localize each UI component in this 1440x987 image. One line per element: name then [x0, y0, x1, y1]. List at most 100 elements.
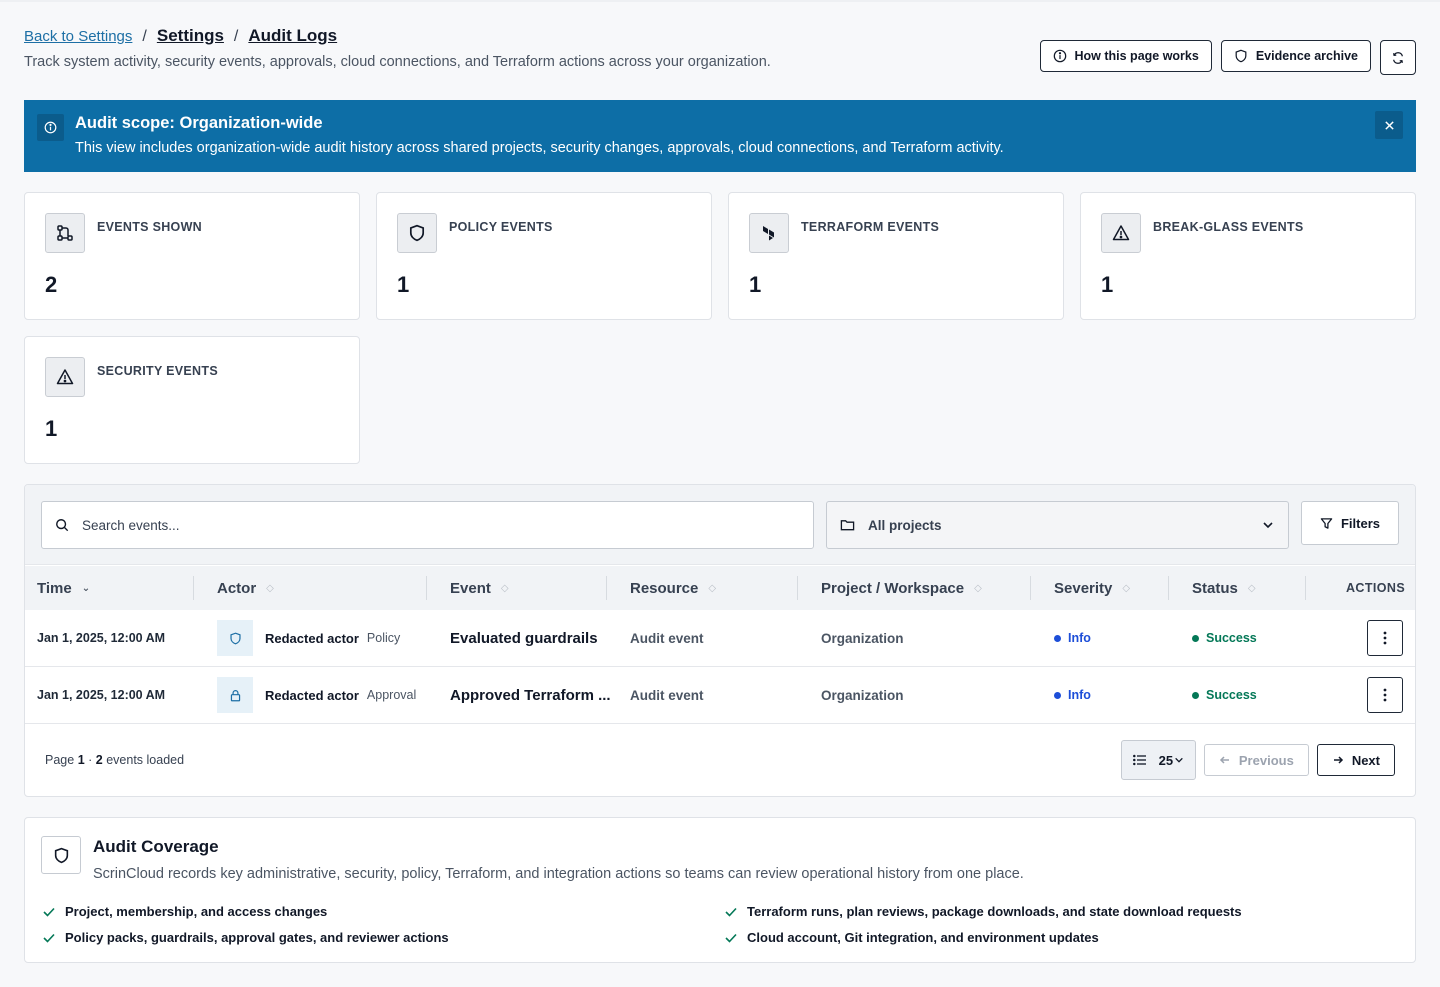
refresh-button[interactable] — [1380, 40, 1416, 75]
project-select-value: All projects — [868, 517, 942, 533]
stat-value: 1 — [397, 272, 410, 297]
actions-cell — [1367, 667, 1403, 723]
info-icon — [37, 114, 64, 141]
severity-badge: Info — [1054, 610, 1091, 666]
actor-tag: Approval — [366, 688, 417, 702]
event-name: Evaluated guardrails — [450, 629, 598, 647]
column-divider — [1030, 576, 1031, 600]
breadcrumb-separator: / — [233, 28, 239, 45]
banner-text: This view includes organization-wide aud… — [75, 140, 1004, 156]
severity-label: Info — [1068, 688, 1091, 702]
table-row[interactable]: Jan 1, 2025, 12:00 AM Redacted actor Pol… — [25, 610, 1415, 667]
filters-label: Filters — [1340, 515, 1380, 531]
coverage-item: Policy packs, guardrails, approval gates… — [43, 930, 449, 945]
check-icon — [43, 933, 55, 943]
column-header-severity[interactable]: Severity ◇ — [1054, 566, 1130, 610]
stat-value: 1 — [749, 272, 762, 297]
page-size-select[interactable]: 25 — [1120, 740, 1196, 780]
audit-log-table-panel: All projects Filters Time ⌄ Actor ◇ Event ◇… — [24, 484, 1416, 797]
column-header-actor[interactable]: Actor ◇ — [217, 566, 274, 610]
arrow-left-icon — [1219, 756, 1229, 764]
page-number: 1 — [77, 753, 85, 767]
back-to-settings-link[interactable]: Back to Settings — [24, 28, 132, 45]
event-name: Approved Terraform ... — [450, 686, 610, 704]
stat-label: BREAK-GLASS EVENTS — [1153, 220, 1304, 234]
previous-page-button[interactable]: Previous — [1203, 744, 1309, 776]
shield-icon — [397, 213, 437, 253]
row-actions-button[interactable] — [1367, 677, 1403, 713]
column-header-time[interactable]: Time ⌄ — [37, 566, 90, 610]
warning-icon — [45, 357, 85, 397]
column-divider — [797, 576, 798, 600]
stat-value: 2 — [45, 272, 58, 297]
filters-button[interactable]: Filters — [1301, 501, 1399, 545]
stat-card-security-events: SECURITY EVENTS 1 — [24, 336, 360, 464]
check-icon — [725, 907, 737, 917]
actor-name: Redacted actor — [265, 630, 359, 646]
coverage-item-label: Project, membership, and access changes — [65, 904, 328, 919]
project-workspace: Organization — [821, 687, 904, 703]
coverage-item: Project, membership, and access changes — [43, 904, 327, 919]
column-label: Time — [37, 579, 72, 597]
how-this-page-works-label: How this page works — [1074, 49, 1199, 63]
stat-label: EVENTS SHOWN — [97, 220, 202, 234]
stat-card-events-shown: EVENTS SHOWN 2 — [24, 192, 360, 320]
column-header-status[interactable]: Status ◇ — [1192, 566, 1256, 610]
column-label: Status — [1192, 579, 1238, 597]
stat-value: 1 — [45, 416, 58, 441]
severity-dot — [1054, 634, 1061, 642]
event-time: Jan 1, 2025, 12:00 AM — [37, 688, 166, 702]
audit-scope-banner: Audit scope: Organization-wide This view… — [24, 100, 1416, 172]
column-header-event[interactable]: Event ◇ — [450, 566, 509, 610]
coverage-item-label: Cloud account, Git integration, and envi… — [747, 930, 1099, 945]
info-icon — [1053, 49, 1066, 63]
breadcrumb-settings[interactable]: Settings — [157, 26, 224, 46]
coverage-item-label: Policy packs, guardrails, approval gates… — [65, 930, 449, 945]
page-header: Back to Settings / Settings / Audit Logs… — [24, 26, 1416, 76]
project-select[interactable]: All projects — [826, 501, 1289, 549]
stat-label: SECURITY EVENTS — [97, 364, 218, 378]
close-icon — [1384, 120, 1394, 130]
status-badge: Success — [1192, 667, 1257, 723]
folder-icon — [840, 520, 855, 531]
table-toolbar: All projects Filters — [25, 485, 1415, 565]
severity-badge: Info — [1054, 667, 1091, 723]
top-border — [0, 0, 1440, 2]
close-banner-button[interactable] — [1375, 111, 1403, 139]
terraform-icon — [749, 213, 789, 253]
chevron-down-icon — [1263, 522, 1273, 529]
chevron-down-icon — [1175, 757, 1183, 763]
pagination-controls: 25 Previous Next — [1120, 740, 1395, 780]
status-badge: Success — [1192, 610, 1257, 666]
resource: Audit event — [630, 687, 704, 703]
coverage-description: ScrinCloud records key administrative, s… — [93, 866, 1024, 882]
column-header-resource[interactable]: Resource ◇ — [630, 566, 716, 610]
pagination-info: Page 1 · 2 events loaded — [45, 753, 184, 767]
column-header-project[interactable]: Project / Workspace ◇ — [821, 566, 982, 610]
stat-label: TERRAFORM EVENTS — [801, 220, 940, 234]
actor-cell: Redacted actor Approval — [217, 667, 416, 723]
evidence-archive-button[interactable]: Evidence archive — [1220, 40, 1371, 72]
status-dot — [1192, 691, 1199, 699]
more-vertical-icon — [1383, 631, 1387, 645]
list-icon — [1132, 754, 1146, 766]
stat-card-break-glass-events: BREAK-GLASS EVENTS 1 — [1080, 192, 1416, 320]
arrow-right-icon — [1333, 756, 1343, 764]
page-label: Page — [45, 753, 75, 767]
column-label: Resource — [630, 579, 699, 597]
breadcrumb-separator: / — [142, 28, 147, 45]
next-page-button[interactable]: Next — [1316, 744, 1395, 776]
severity-label: Info — [1068, 631, 1091, 645]
column-divider — [606, 576, 607, 600]
table-header: Time ⌄ Actor ◇ Event ◇ Resource ◇ Project / … — [25, 566, 1415, 610]
how-this-page-works-button[interactable]: How this page works — [1039, 40, 1212, 72]
column-label: Actor — [217, 579, 257, 597]
row-actions-button[interactable] — [1367, 620, 1403, 656]
table-row[interactable]: Jan 1, 2025, 12:00 AM Redacted actor App… — [25, 667, 1415, 724]
banner-title: Audit scope: Organization-wide — [75, 114, 323, 132]
search-box[interactable] — [41, 501, 814, 549]
lock-icon — [217, 677, 253, 713]
column-header-actions: ACTIONS — [1346, 566, 1405, 610]
search-input[interactable] — [82, 517, 762, 533]
column-divider — [426, 576, 427, 600]
